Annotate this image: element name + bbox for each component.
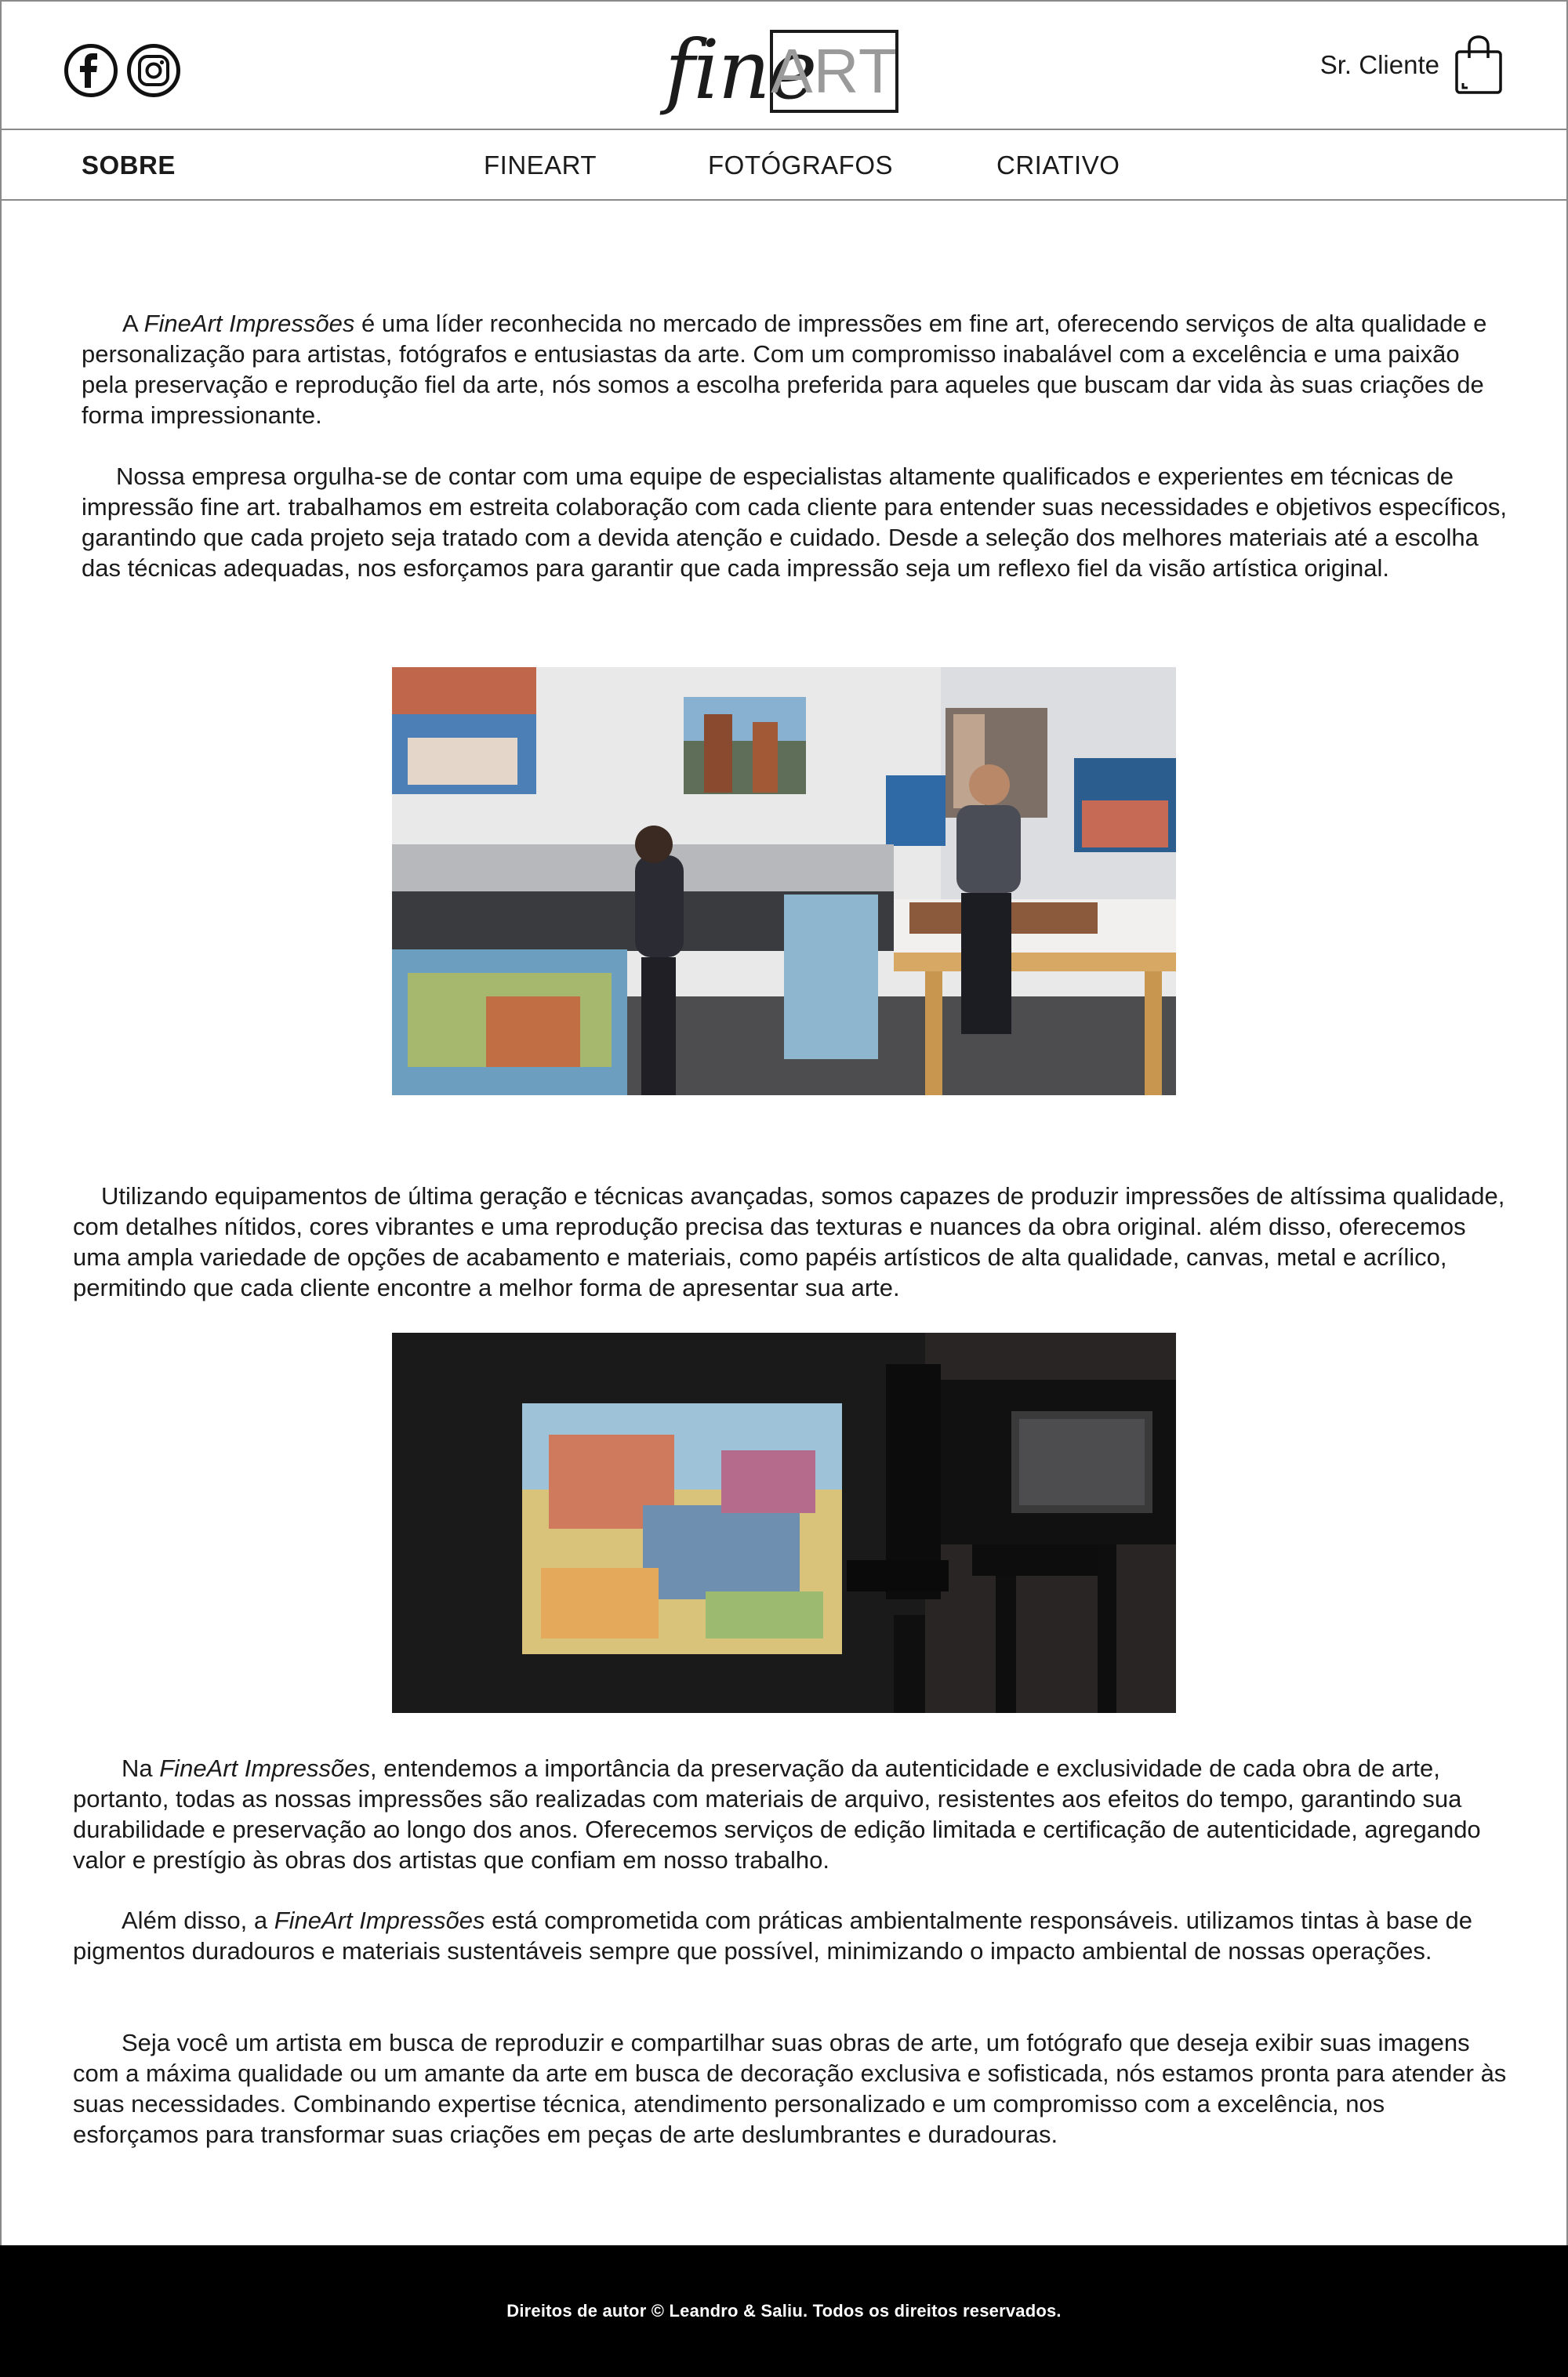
paragraph-lead: A (122, 310, 144, 337)
copyright-text: Direitos de autor © Leandro & Saliu. Tod… (506, 2301, 1062, 2321)
brand-name: FineArt Impressões (159, 1755, 371, 1782)
main-nav: SOBRE FINEART FOTÓGRAFOS CRIATIVO (0, 132, 1568, 201)
site-logo[interactable]: fine ART (665, 25, 900, 114)
site-header: fine ART Sr. Cliente (0, 0, 1568, 130)
paragraph-body: Utilizando equipamentos de última geraçã… (73, 1182, 1505, 1301)
logo-box: ART (770, 30, 898, 113)
account-label[interactable]: Sr. Cliente (1320, 50, 1439, 80)
art-reproduction-camera-photo (392, 1333, 1176, 1713)
shopping-bag-icon[interactable] (1454, 34, 1504, 96)
facebook-icon[interactable] (64, 44, 118, 97)
about-paragraph-3: Utilizando equipamentos de última geraçã… (73, 1181, 1508, 1303)
nav-item-sobre[interactable]: SOBRE (82, 151, 176, 180)
account-area[interactable]: Sr. Cliente (1320, 34, 1504, 96)
brand-name: FineArt Impressões (143, 310, 355, 337)
about-paragraph-4: Na FineArt Impressões, entendemos a impo… (73, 1753, 1508, 1875)
logo-box-text: ART (771, 36, 898, 106)
instagram-icon[interactable] (127, 44, 180, 97)
site-footer: Direitos de autor © Leandro & Saliu. Tod… (0, 2245, 1568, 2377)
nav-item-fineart[interactable]: FINEART (484, 151, 597, 180)
paragraph-lead: Além disso, a (122, 1907, 274, 1934)
about-paragraph-2: Nossa empresa orgulha-se de contar com u… (82, 461, 1508, 583)
nav-item-criativo[interactable]: CRIATIVO (996, 151, 1120, 180)
print-studio-photo (392, 667, 1176, 1095)
paragraph-lead: Na (122, 1755, 160, 1782)
brand-name: FineArt Impressões (274, 1907, 485, 1934)
about-paragraph-1: A FineArt Impressões é uma líder reconhe… (82, 308, 1508, 430)
about-paragraph-5: Além disso, a FineArt Impressões está co… (73, 1905, 1508, 1966)
social-links (64, 44, 180, 97)
paragraph-body: Seja você um artista em busca de reprodu… (73, 2029, 1507, 2148)
paragraph-body: Nossa empresa orgulha-se de contar com u… (82, 463, 1507, 582)
nav-item-fotografos[interactable]: FOTÓGRAFOS (708, 151, 893, 180)
about-paragraph-6: Seja você um artista em busca de reprodu… (73, 2027, 1508, 2150)
